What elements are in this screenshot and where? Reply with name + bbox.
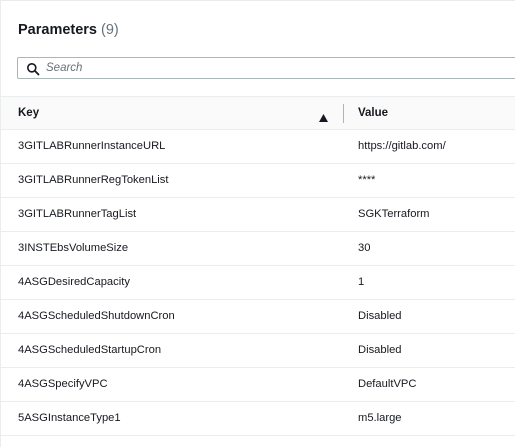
top-divider xyxy=(1,0,515,1)
parameter-value: **** xyxy=(358,174,376,186)
search-box[interactable] xyxy=(17,57,515,79)
parameter-value: 1 xyxy=(358,276,365,288)
parameter-value: Disabled xyxy=(358,310,402,322)
column-divider[interactable] xyxy=(343,104,344,123)
parameter-value: m5.large xyxy=(358,412,402,424)
parameter-value: SGKTerraform xyxy=(358,208,430,220)
column-header-key[interactable]: Key xyxy=(18,107,39,119)
parameter-key: 3GITLABRunnerRegTokenList xyxy=(18,174,169,186)
parameter-key: 4ASGScheduledStartupCron xyxy=(18,344,162,356)
parameter-key: 4ASGSpecifyVPC xyxy=(18,378,108,390)
table-row[interactable]: 4ASGDesiredCapacity 1 xyxy=(1,266,515,300)
search-input[interactable] xyxy=(46,60,506,76)
parameter-key: 3GITLABRunnerInstanceURL xyxy=(18,140,166,152)
page-title: Parameters xyxy=(18,22,97,38)
parameter-key: 3GITLABRunnerTagList xyxy=(18,208,137,220)
search-icon xyxy=(26,62,40,76)
table-row[interactable]: 4ASGScheduledShutdownCron Disabled xyxy=(1,300,515,334)
table-header: Key Value xyxy=(1,96,515,130)
column-header-value: Value xyxy=(358,107,389,119)
parameter-key: 4ASGScheduledShutdownCron xyxy=(18,310,175,322)
parameters-header: Parameters (9) xyxy=(18,22,119,42)
parameter-value: https://gitlab.com/ xyxy=(358,140,446,152)
table-row[interactable]: 3GITLABRunnerTagList SGKTerraform xyxy=(1,198,515,232)
parameter-key: 5ASGInstanceType1 xyxy=(18,412,121,424)
table-row[interactable]: 3GITLABRunnerInstanceURL https://gitlab.c… xyxy=(1,130,515,164)
sort-up-icon[interactable] xyxy=(319,109,328,122)
table-row[interactable]: 5ASGInstanceType1 m5.large xyxy=(1,402,515,436)
table-row[interactable]: 3INSTEbsVolumeSize 30 xyxy=(1,232,515,266)
table-row[interactable]: 3GITLABRunnerRegTokenList **** xyxy=(1,164,515,198)
parameter-key: 3INSTEbsVolumeSize xyxy=(18,242,129,254)
parameter-value: Disabled xyxy=(358,344,402,356)
parameter-value: 30 xyxy=(358,242,371,254)
parameter-value: DefaultVPC xyxy=(358,378,417,390)
parameters-count: (9) xyxy=(101,22,119,38)
table-row[interactable]: 4ASGSpecifyVPC DefaultVPC xyxy=(1,368,515,402)
parameters-panel: Parameters(9) Key Value 3GITLABRunnerIns… xyxy=(0,0,515,447)
parameter-key: 4ASGDesiredCapacity xyxy=(18,276,130,288)
table-row[interactable]: 4ASGScheduledStartupCron Disabled xyxy=(1,334,515,368)
